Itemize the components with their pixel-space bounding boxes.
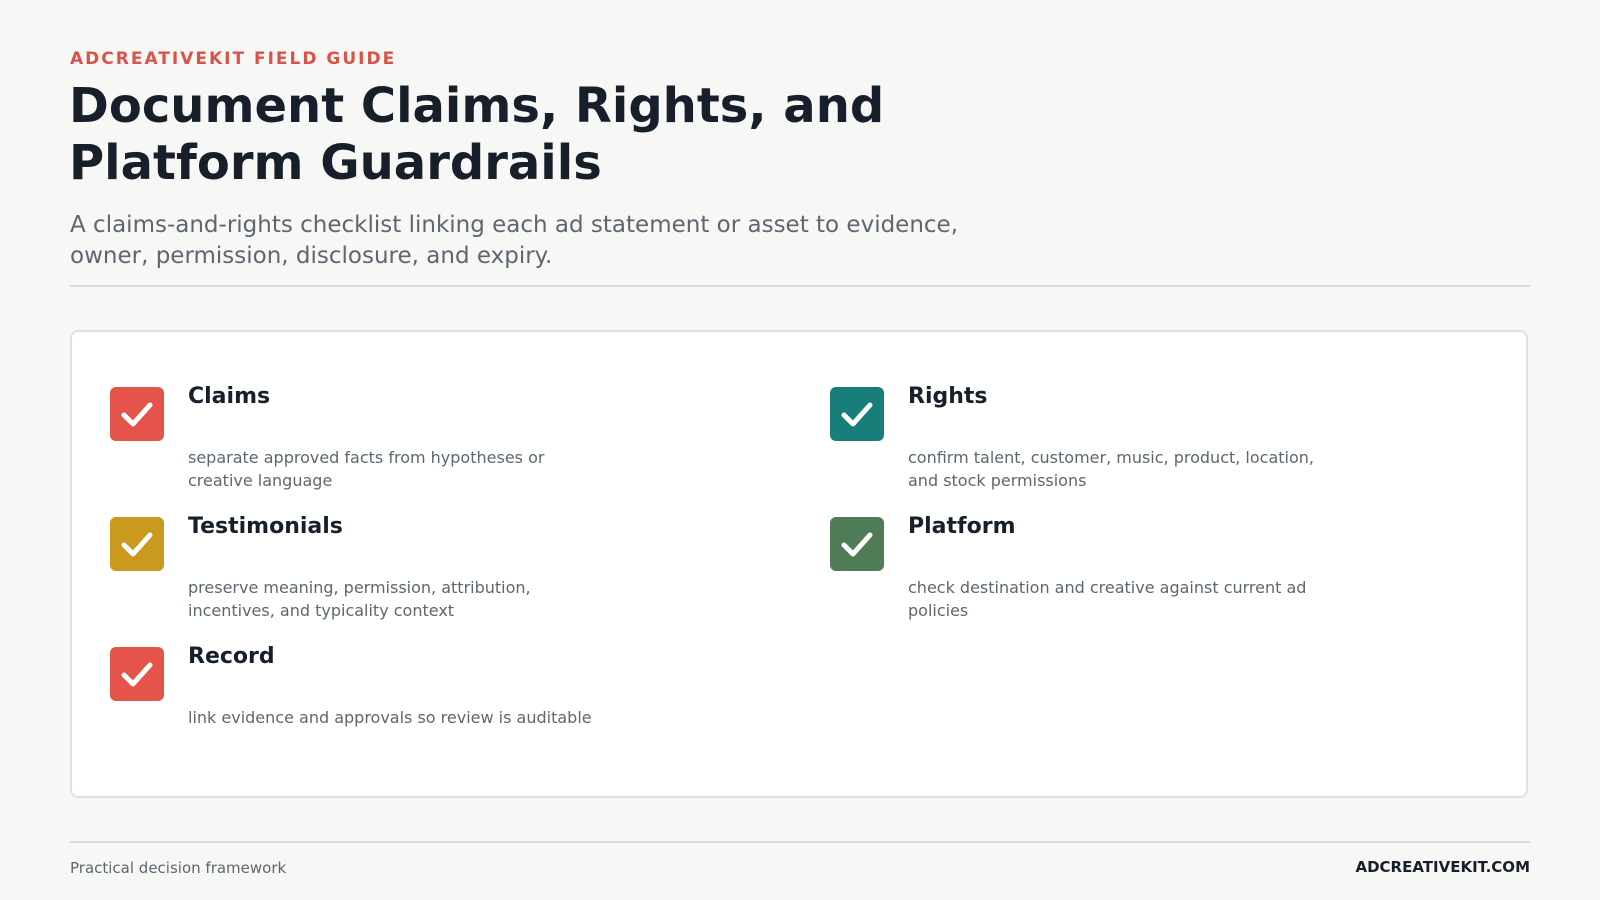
checklist-item-description: preserve meaning, permission, attributio… — [188, 578, 531, 620]
footer-divider — [70, 841, 1530, 843]
checklist-item-title: Claims — [188, 384, 271, 409]
footer-site-link[interactable]: ADCREATIVEKIT.COM — [1355, 858, 1530, 876]
page-subtitle: A claims-and-rights checklist linking ea… — [70, 212, 959, 269]
checklist-item-description: confirm talent, customer, music, product… — [908, 448, 1314, 490]
slide: ADCREATIVEKIT FIELD GUIDE Document Claim… — [0, 0, 1600, 900]
checkbox-checked-icon — [110, 387, 164, 441]
checklist-item-title: Rights — [908, 384, 988, 409]
checklist-item-title: Record — [188, 644, 275, 669]
header-divider — [70, 285, 1530, 287]
eyebrow-label: ADCREATIVEKIT FIELD GUIDE — [70, 49, 397, 69]
checklist-item-title: Platform — [908, 514, 1016, 539]
checkbox-checked-icon — [110, 517, 164, 571]
checklist-item-title: Testimonials — [188, 514, 343, 539]
checkbox-checked-icon — [830, 387, 884, 441]
page-title: Document Claims, Rights, and Platform Gu… — [69, 78, 885, 191]
checklist-item-description: separate approved facts from hypotheses … — [188, 448, 545, 490]
footer-tagline: Practical decision framework — [70, 859, 287, 877]
checklist-item-description: check destination and creative against c… — [908, 578, 1307, 620]
checklist-card: Claims separate approved facts from hypo… — [70, 330, 1528, 798]
checklist-item-description: link evidence and approvals so review is… — [188, 708, 592, 727]
checkbox-checked-icon — [830, 517, 884, 571]
checkbox-checked-icon — [110, 647, 164, 701]
